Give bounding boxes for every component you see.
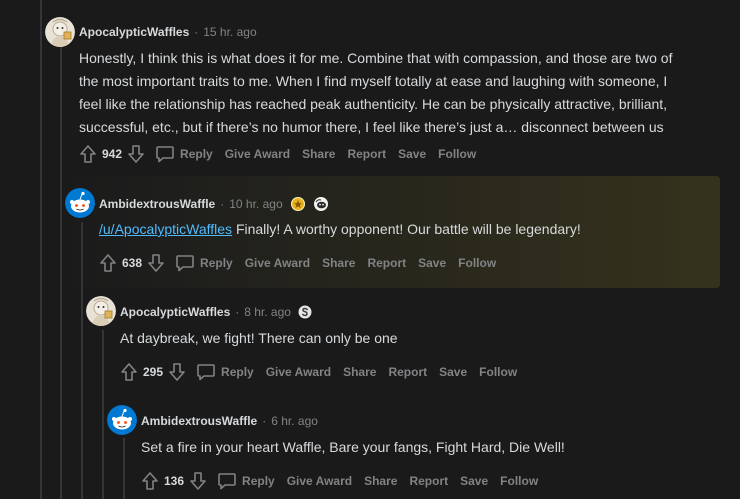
reply-button[interactable]: Reply xyxy=(155,145,213,163)
upvote-icon[interactable] xyxy=(79,144,97,164)
follow-button[interactable]: Follow xyxy=(500,474,538,488)
comment-line: the most important traits to me. When I … xyxy=(79,73,668,89)
reply-label: Reply xyxy=(200,256,233,270)
give-award-button[interactable]: Give Award xyxy=(266,365,331,379)
downvote-icon[interactable] xyxy=(147,253,165,273)
comment-body: Set a fire in your heart Waffle, Bare yo… xyxy=(141,436,565,459)
silver-award-icon[interactable] xyxy=(298,305,312,319)
comment-actions: 942 Reply Give Award Share Report Save F… xyxy=(79,144,476,164)
share-button[interactable]: Share xyxy=(343,365,376,379)
comment-line: feel like the relationship has reached p… xyxy=(79,96,668,112)
save-button[interactable]: Save xyxy=(418,256,446,270)
vote-score: 638 xyxy=(122,256,143,270)
comment-author[interactable]: ApocalypticWaffles xyxy=(120,305,230,319)
save-button[interactable]: Save xyxy=(398,147,426,161)
save-button[interactable]: Save xyxy=(460,474,488,488)
report-button[interactable]: Report xyxy=(347,147,386,161)
save-button[interactable]: Save xyxy=(439,365,467,379)
separator-dot: · xyxy=(194,25,199,39)
thread-line[interactable] xyxy=(40,0,42,499)
waffle-avatar-icon xyxy=(86,296,116,326)
thread-line[interactable] xyxy=(102,330,104,499)
give-award-button[interactable]: Give Award xyxy=(287,474,352,488)
report-button[interactable]: Report xyxy=(388,365,427,379)
comment-timestamp[interactable]: 10 hr. ago xyxy=(229,197,282,211)
snoo-award-icon[interactable] xyxy=(313,196,329,212)
comment-line: successful, etc., but if there’s no humo… xyxy=(79,119,664,135)
comment-body: At daybreak, we fight! There can only be… xyxy=(120,327,398,350)
comment-timestamp[interactable]: 8 hr. ago xyxy=(244,305,291,319)
comment-body: Honestly, I think this is what does it f… xyxy=(79,47,672,139)
share-button[interactable]: Share xyxy=(364,474,397,488)
comment-body: /u/ApocalypticWaffles Finally! A worthy … xyxy=(99,218,581,241)
comment-bubble-icon xyxy=(176,255,194,272)
snoo-avatar-icon xyxy=(65,188,95,218)
thread-line[interactable] xyxy=(123,438,125,499)
award-badge-icon[interactable] xyxy=(290,196,306,212)
give-award-button[interactable]: Give Award xyxy=(225,147,290,161)
comment-bubble-icon xyxy=(156,146,174,163)
avatar[interactable] xyxy=(107,405,137,435)
comment-line: Honestly, I think this is what does it f… xyxy=(79,50,673,66)
vote-score: 942 xyxy=(102,147,123,161)
comment-timestamp[interactable]: 6 hr. ago xyxy=(271,414,318,428)
downvote-icon[interactable] xyxy=(189,471,207,491)
upvote-icon[interactable] xyxy=(141,471,159,491)
upvote-icon[interactable] xyxy=(120,362,138,382)
comment-text: At daybreak, we fight! There can only be… xyxy=(120,330,398,346)
report-button[interactable]: Report xyxy=(367,256,406,270)
separator-dot: · xyxy=(262,414,267,428)
comment-text: Set a fire in your heart Waffle, Bare yo… xyxy=(141,439,565,455)
comment-actions: 295 Reply Give Award Share Report Save F… xyxy=(120,362,517,382)
follow-button[interactable]: Follow xyxy=(479,365,517,379)
avatar[interactable] xyxy=(65,188,95,218)
follow-button[interactable]: Follow xyxy=(458,256,496,270)
upvote-icon[interactable] xyxy=(99,253,117,273)
reply-label: Reply xyxy=(242,474,275,488)
snoo-avatar-icon xyxy=(107,405,137,435)
comment-author[interactable]: AmbidextrousWaffle xyxy=(141,414,257,428)
comment-bubble-icon xyxy=(197,364,215,381)
share-button[interactable]: Share xyxy=(322,256,355,270)
reply-label: Reply xyxy=(221,365,254,379)
vote-score: 295 xyxy=(143,365,164,379)
report-button[interactable]: Report xyxy=(409,474,448,488)
comment-actions: 136 Reply Give Award Share Report Save F… xyxy=(141,471,538,491)
reply-button[interactable]: Reply xyxy=(175,254,233,272)
follow-button[interactable]: Follow xyxy=(438,147,476,161)
comment-bubble-icon xyxy=(218,473,236,490)
comment-text: Finally! A worthy opponent! Our battle w… xyxy=(232,221,581,237)
user-mention-link[interactable]: /u/ApocalypticWaffles xyxy=(99,221,232,237)
comment-author[interactable]: ApocalypticWaffles xyxy=(79,25,189,39)
reply-button[interactable]: Reply xyxy=(196,363,254,381)
reply-button[interactable]: Reply xyxy=(217,472,275,490)
share-button[interactable]: Share xyxy=(302,147,335,161)
reply-label: Reply xyxy=(180,147,213,161)
comment-timestamp[interactable]: 15 hr. ago xyxy=(203,25,256,39)
separator-dot: · xyxy=(220,197,225,211)
waffle-avatar-icon xyxy=(45,17,75,47)
give-award-button[interactable]: Give Award xyxy=(245,256,310,270)
comment-author[interactable]: AmbidextrousWaffle xyxy=(99,197,215,211)
avatar[interactable] xyxy=(86,296,116,326)
vote-score: 136 xyxy=(164,474,185,488)
comment-actions: 638 Reply Give Award Share Report Save F… xyxy=(99,253,496,273)
avatar[interactable] xyxy=(45,17,75,47)
separator-dot: · xyxy=(235,305,240,319)
downvote-icon[interactable] xyxy=(168,362,186,382)
downvote-icon[interactable] xyxy=(127,144,145,164)
